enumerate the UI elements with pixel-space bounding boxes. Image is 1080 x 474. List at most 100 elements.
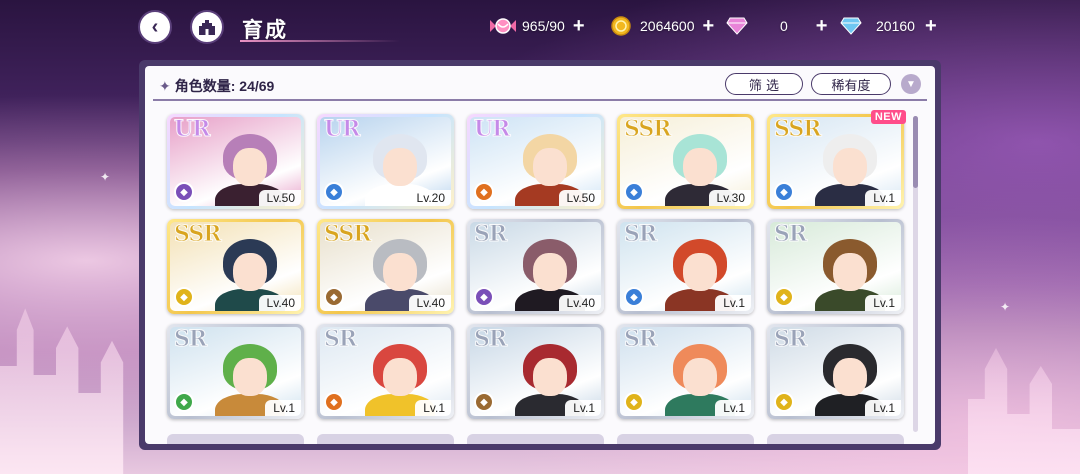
level-label: Lv.1 — [865, 295, 901, 311]
element-icon: ◆ — [624, 182, 644, 202]
resource-blue-gem-value: 20160 — [876, 18, 915, 34]
level-label: Lv.40 — [558, 295, 601, 311]
scrollbar-thumb[interactable] — [913, 116, 918, 188]
level-label: Lv.30 — [708, 190, 751, 206]
sparkle-decoration: ✦ — [1000, 300, 1011, 314]
character-card-partial[interactable] — [467, 434, 604, 444]
character-card-partial[interactable] — [167, 434, 304, 444]
level-label: Lv.50 — [558, 190, 601, 206]
add-pink-gem-button[interactable]: + — [816, 16, 828, 36]
rarity-badge: SR — [173, 327, 207, 352]
resource-gold: 2064600 + — [608, 14, 714, 38]
character-card[interactable]: SR ◆ Lv.1 — [167, 324, 304, 419]
level-label: Lv.1 — [865, 190, 901, 206]
character-card-partial[interactable] — [767, 434, 904, 444]
character-face — [232, 253, 267, 291]
character-portrait: SR ◆ Lv.1 — [620, 222, 751, 311]
element-icon: ◆ — [774, 287, 794, 307]
character-card[interactable]: SSR ◆ Lv.40 — [317, 219, 454, 314]
character-panel: ✦ 角色数量: 24/69 筛 选 稀有度 ▼ UR ◆ Lv.50 UR ◆ Lv.20… — [139, 60, 941, 450]
character-portrait: SR ◆ Lv.1 — [770, 327, 901, 416]
castle-decoration-left — [0, 308, 124, 474]
element-icon: ◆ — [774, 392, 794, 412]
sort-rarity-button[interactable]: 稀有度 — [811, 73, 891, 95]
filter-button[interactable]: 筛 选 — [725, 73, 803, 95]
character-portrait: SSR ◆ Lv.30 — [620, 117, 751, 206]
resource-candy: 965/90 + — [490, 14, 585, 38]
character-portrait: SR ◆ Lv.1 — [770, 222, 901, 311]
rarity-badge: SSR — [174, 222, 223, 247]
character-portrait: SR ◆ Lv.1 — [470, 327, 601, 416]
character-face — [682, 148, 717, 186]
character-card[interactable]: SR ◆ Lv.1 — [467, 324, 604, 419]
character-panel-inner: ✦ 角色数量: 24/69 筛 选 稀有度 ▼ UR ◆ Lv.50 UR ◆ Lv.20… — [145, 66, 935, 444]
castle-home-icon — [199, 20, 215, 35]
character-face — [382, 358, 417, 396]
element-icon: ◆ — [324, 287, 344, 307]
character-face — [682, 358, 717, 396]
title-underline-decoration — [240, 40, 400, 42]
character-card[interactable]: SSR ◆ Lv.40 — [167, 219, 304, 314]
character-portrait: SR ◆ Lv.40 — [470, 222, 601, 311]
coin-icon — [608, 14, 634, 38]
character-card[interactable]: SR ◆ Lv.1 — [767, 324, 904, 419]
character-face — [532, 253, 567, 291]
rarity-badge: SR — [323, 327, 357, 352]
rarity-badge: UR — [173, 117, 210, 142]
level-label: Lv.1 — [715, 400, 751, 416]
level-label: Lv.1 — [565, 400, 601, 416]
level-label: Lv.40 — [258, 295, 301, 311]
character-card[interactable]: SR ◆ Lv.1 — [767, 219, 904, 314]
element-icon: ◆ — [174, 287, 194, 307]
rarity-badge: SR — [473, 222, 507, 247]
chevron-down-icon: ▼ — [906, 78, 916, 90]
character-card[interactable]: SR ◆ Lv.1 — [617, 219, 754, 314]
character-face — [382, 253, 417, 291]
new-badge: NEW — [870, 110, 906, 124]
character-portrait: SR ◆ Lv.1 — [320, 327, 451, 416]
character-card[interactable]: UR ◆ Lv.50 — [167, 114, 304, 209]
sort-order-toggle[interactable]: ▼ — [901, 74, 921, 94]
character-portrait: UR ◆ Lv.50 — [470, 117, 601, 206]
add-blue-gem-button[interactable]: + — [925, 16, 937, 36]
header-divider — [153, 99, 927, 101]
home-button[interactable] — [190, 10, 224, 44]
character-card-partial[interactable] — [317, 434, 454, 444]
character-portrait: SR ◆ Lv.1 — [620, 327, 751, 416]
element-icon: ◆ — [774, 182, 794, 202]
character-card[interactable]: UR ◆ Lv.50 — [467, 114, 604, 209]
character-face — [832, 358, 867, 396]
rarity-badge: SR — [623, 222, 657, 247]
resource-pink-gem: 0 + — [724, 14, 827, 38]
character-face — [232, 358, 267, 396]
character-card[interactable]: SR ◆ Lv.1 — [317, 324, 454, 419]
element-icon: ◆ — [324, 182, 344, 202]
character-card[interactable]: SSR ◆ Lv.30 — [617, 114, 754, 209]
level-label: Lv.1 — [415, 400, 451, 416]
character-grid: UR ◆ Lv.50 UR ◆ Lv.20 UR ◆ Lv.50 SSR ◆ Lv.30 SSR ◆ Lv.… — [167, 110, 907, 444]
back-button[interactable]: ‹ — [138, 10, 172, 44]
add-candy-button[interactable]: + — [573, 16, 585, 36]
scrollbar[interactable] — [913, 116, 918, 432]
castle-decoration-right — [968, 348, 1080, 474]
rarity-badge: UR — [323, 117, 360, 142]
resource-gold-value: 2064600 — [640, 18, 695, 34]
level-label: Lv.40 — [408, 295, 451, 311]
level-label: Lv.1 — [265, 400, 301, 416]
element-icon: ◆ — [624, 287, 644, 307]
element-icon: ◆ — [324, 392, 344, 412]
character-count-label: 角色数量: 24/69 — [174, 78, 275, 94]
character-face — [232, 148, 267, 186]
level-label: Lv.50 — [258, 190, 301, 206]
add-gold-button[interactable]: + — [703, 16, 715, 36]
character-card[interactable]: SSR ◆ Lv.1 NEW — [767, 110, 906, 209]
character-card[interactable]: SR ◆ Lv.40 — [467, 219, 604, 314]
character-card[interactable]: UR ◆ Lv.20 — [317, 114, 454, 209]
level-label: Lv.20 — [408, 190, 451, 206]
character-card[interactable]: SR ◆ Lv.1 — [617, 324, 754, 419]
element-icon: ◆ — [174, 392, 194, 412]
character-portrait: SSR ◆ Lv.40 — [320, 222, 451, 311]
level-label: Lv.1 — [865, 400, 901, 416]
character-card-partial[interactable] — [617, 434, 754, 444]
character-portrait: SR ◆ Lv.1 — [170, 327, 301, 416]
